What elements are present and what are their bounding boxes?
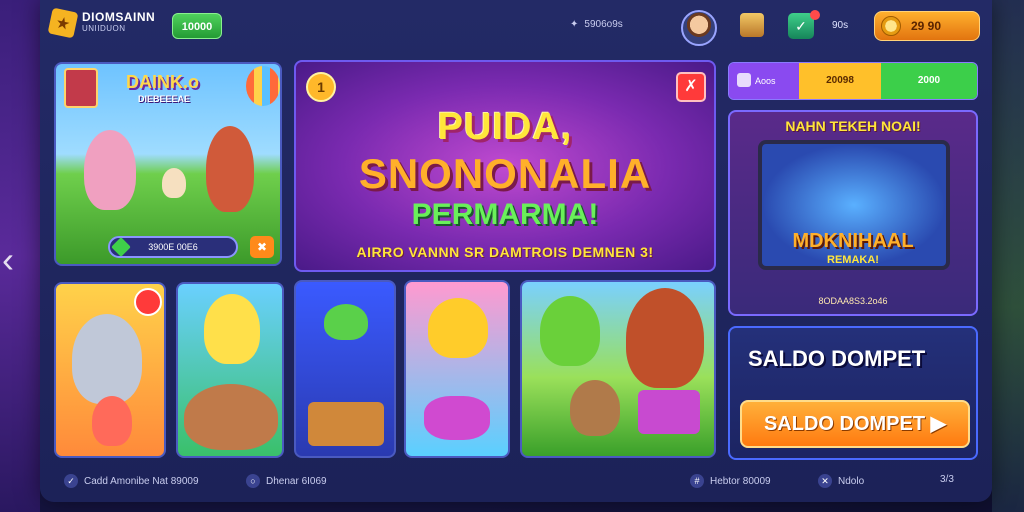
brand-title: DIOMSAINN [82, 10, 156, 24]
brand-logo[interactable]: ★ DIOMSAINN UNIIDUON [47, 7, 156, 39]
character-kid [92, 396, 132, 446]
notification-dot [810, 10, 820, 20]
play-button[interactable]: ✖ [250, 236, 274, 258]
tv-headline: MDKNIHAAL [792, 230, 914, 252]
game-tile-featured[interactable]: DAINK.o DIEBEEEAE 3900E 00E6 ✖ [54, 62, 282, 266]
character-yellow-blob [204, 294, 260, 364]
character-portrait [64, 68, 98, 108]
footer-item-2-label: Dhenar 6I069 [266, 475, 327, 487]
tv-subtitle: REMAKA! [827, 254, 879, 266]
search-label: 5906o9s [584, 19, 623, 30]
game-tile-friends[interactable] [520, 280, 716, 458]
featured-game-title: DAINK.o [126, 72, 199, 92]
page-indicator-label: 3/3 [940, 474, 954, 485]
close-small-icon: ✕ [818, 474, 832, 488]
coin-balance-value: 29 90 [911, 19, 942, 33]
game-tile-yellow-buddy[interactable] [176, 282, 284, 458]
footer-item-3-label: Hebtor 80009 [710, 475, 771, 487]
character-green-blob [540, 296, 600, 366]
banner-headline-2: SNONONALIA [358, 150, 652, 197]
close-icon[interactable]: ✗ [676, 72, 706, 102]
banner-headline-1: PUIDA, [437, 106, 573, 148]
previous-arrow-icon[interactable]: ‹ [2, 240, 26, 280]
coin-balance-button[interactable]: 29 90 [874, 11, 980, 41]
character-pet [162, 168, 186, 198]
circle-icon: ○ [246, 474, 260, 488]
treasure-chest-icon[interactable] [740, 13, 764, 37]
hash-icon: # [690, 474, 704, 488]
hot-badge-icon [134, 288, 162, 316]
footer-item-1[interactable]: ✓ Cadd Amonibe Nat 89009 [64, 474, 199, 488]
page-indicator: 3/3 [940, 474, 954, 485]
character-dog [570, 380, 620, 436]
footer-item-2[interactable]: ○ Dhenar 6I069 [246, 474, 327, 488]
bowl-icon [424, 396, 490, 440]
info-icon[interactable]: 1 [306, 72, 336, 102]
banner-headline-3: PERMARMA! [411, 198, 599, 231]
promo-segment-2[interactable]: 20098 [799, 63, 881, 99]
notification-count: 90s [832, 20, 849, 31]
avatar[interactable] [681, 10, 717, 46]
tv-footer: 8ODAA8S3.2o46 [818, 296, 888, 306]
bonus-pill[interactable]: 10000 [172, 13, 222, 39]
wallet-button[interactable]: SALDO DOMPET ▶ [740, 400, 970, 448]
cart-icon [638, 390, 700, 434]
footer-item-4-label: Ndolo [838, 475, 865, 487]
wallet-card: SALDO DOMPET SALDO DOMPET ▶ [728, 326, 978, 460]
logo-icon: ★ [47, 7, 79, 39]
character-girl [84, 130, 136, 210]
promo-segment-1[interactable]: Aoos [729, 63, 799, 99]
background-right [992, 0, 1024, 512]
promo-bar[interactable]: Aoos 20098 2000 [728, 62, 978, 100]
footer-item-4[interactable]: ✕ Ndolo [818, 474, 864, 488]
character-wolf [72, 314, 142, 404]
promo-segment-3[interactable]: 2000 [881, 63, 977, 99]
search-icon: ✦ [570, 19, 579, 30]
duck-icon [428, 298, 488, 358]
check-icon: ✓ [64, 474, 78, 488]
search-area[interactable]: ✦ 5906o9s [570, 19, 623, 30]
chest-icon [308, 402, 384, 446]
slime-icon [324, 304, 368, 340]
game-tile-duck[interactable] [404, 280, 510, 458]
game-tile-slime[interactable] [294, 280, 396, 458]
promo-banner[interactable]: 1 ✗ PUIDA, SNONONALIA PERMARMA! AIRRO VA… [294, 60, 716, 272]
game-lobby-window: ★ DIOMSAINN UNIIDUON 10000 ✦ 5906o9s ✓ 9… [40, 0, 992, 502]
balloon-icon [246, 66, 280, 106]
character-crowd [184, 384, 278, 450]
wallet-title: SALDO DOMPET [748, 346, 926, 371]
footer-item-1-label: Cadd Amonibe Nat 89009 [84, 475, 199, 487]
featured-game-subtitle: DIEBEEEAE [138, 94, 191, 104]
footer-item-3[interactable]: # Hebtor 80009 [690, 474, 771, 488]
game-tile-tv-show[interactable]: NAHN TEKEH NOAI! MDKNIHAAL REMAKA! 8ODAA… [728, 110, 978, 316]
top-header: ★ DIOMSAINN UNIIDUON 10000 ✦ 5906o9s ✓ 9… [40, 0, 992, 54]
character-boy [206, 126, 254, 212]
coin-icon [881, 16, 901, 36]
tv-tile-title: NAHN TEKEH NOAI! [785, 118, 921, 134]
game-tile-wolf[interactable] [54, 282, 166, 458]
banner-tagline: AIRRO VANNN SR DAMTROIS DEMNEN 3! [356, 244, 654, 260]
brand-subtitle: UNIIDUON [82, 24, 126, 33]
character-man [626, 288, 704, 388]
